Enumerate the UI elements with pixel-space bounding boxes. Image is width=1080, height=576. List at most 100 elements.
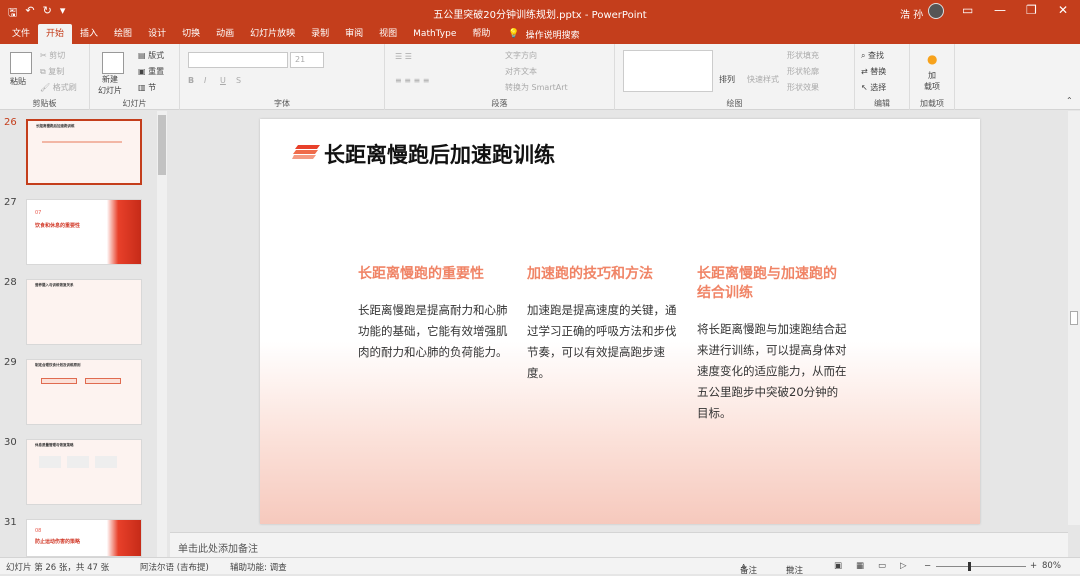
copy-button[interactable]: ⧉ 复制 [40, 66, 64, 77]
thumb-number: 31 [4, 517, 17, 528]
slide-canvas[interactable]: 长距离慢跑后加速跑训练 长距离慢跑的重要性 长距离慢跑是提高耐力和心肺功能的基础… [260, 119, 980, 524]
zoom-slider[interactable] [936, 562, 1026, 571]
quick-styles-button[interactable]: 快速样式 [747, 74, 779, 85]
ribbon-display-icon[interactable]: ▭ [962, 3, 973, 17]
new-slide-icon[interactable] [102, 52, 124, 74]
align-text-button[interactable]: 对齐文本 [505, 66, 537, 77]
restore-button[interactable]: ❐ [1026, 3, 1037, 17]
tab-design[interactable]: 设计 [140, 24, 174, 44]
format-painter-button[interactable]: 🖌 格式刷 [40, 82, 77, 93]
slide-scrollbar[interactable] [1068, 111, 1080, 525]
accessibility-status[interactable]: 辅助功能: 调查 [230, 561, 287, 573]
tab-draw[interactable]: 绘图 [106, 24, 140, 44]
tab-transitions[interactable]: 切换 [174, 24, 208, 44]
shape-effects-button[interactable]: 形状效果 [787, 82, 819, 93]
slide-thumbnail-27[interactable]: 07 饮食和休息的重要性 [26, 199, 142, 265]
tab-animations[interactable]: 动画 [208, 24, 242, 44]
scroll-thumb[interactable] [1070, 311, 1078, 325]
thumb-number: 27 [4, 197, 17, 208]
section-button[interactable]: ▥ 节 [138, 82, 156, 93]
content-column-1[interactable]: 长距离慢跑的重要性 长距离慢跑是提高耐力和心肺功能的基础，它能有效增强肌肉的耐力… [358, 265, 508, 363]
slide-thumbnail-28[interactable]: 营养摄入与训练恢复关系 [26, 279, 142, 345]
minimize-button[interactable]: — [994, 3, 1006, 17]
tab-record[interactable]: 录制 [303, 24, 337, 44]
tab-view[interactable]: 视图 [371, 24, 405, 44]
reading-view-icon[interactable]: ▭ [878, 561, 886, 571]
addins-button[interactable]: 加 载项 [924, 70, 940, 92]
bold-button[interactable]: B [188, 76, 194, 85]
slide-thumbnail-29[interactable]: 制定合理饮食计划及训练原则 [26, 359, 142, 425]
replace-button[interactable]: ⇄ 替换 [861, 66, 886, 77]
slideshow-icon[interactable]: ▷ [900, 561, 907, 571]
slides-group: 新建 幻灯片 ▤ 版式 ▣ 重置 ▥ 节 幻灯片 [90, 44, 180, 110]
avatar[interactable] [928, 3, 944, 19]
content-column-2[interactable]: 加速跑的技巧和方法 加速跑是提高速度的关键，通过学习正确的呼吸方法和步伐节奏，可… [527, 265, 677, 384]
zoom-slider-thumb[interactable] [968, 562, 971, 571]
tab-home[interactable]: 开始 [38, 24, 73, 44]
addins-icon: ● [927, 52, 938, 66]
clipboard-label: 剪贴板 [32, 99, 57, 108]
font-size-select[interactable]: 21 [290, 52, 324, 68]
slides-label: 幻灯片 [122, 99, 147, 108]
scroll-thumb[interactable] [158, 115, 166, 175]
arrange-button[interactable]: 排列 [719, 74, 735, 85]
thumb-section-number: 07 [35, 210, 42, 216]
text-direction-button[interactable]: 文字方向 [505, 50, 537, 61]
tell-me-search[interactable]: 💡 操作说明搜索 [508, 28, 579, 41]
thumb-number: 26 [4, 117, 17, 128]
collapse-ribbon-icon[interactable]: ⌃ [1066, 96, 1073, 105]
thumb-number: 30 [4, 437, 17, 448]
thumbnail-scrollbar[interactable] [157, 111, 167, 557]
paste-icon[interactable] [10, 52, 32, 74]
find-button[interactable]: ⌕ 查找 [861, 50, 884, 61]
thumb-title: 饮食和休息的重要性 [35, 223, 81, 229]
smartart-button[interactable]: 转换为 SmartArt [505, 82, 568, 93]
zoom-out-button[interactable]: − [924, 561, 931, 571]
normal-view-icon[interactable]: ▣ [834, 561, 842, 571]
language-status[interactable]: 阿法尔语 (吉布提) [140, 561, 209, 573]
slide-sorter-icon[interactable]: ▦ [856, 561, 864, 571]
lightbulb-icon: 💡 [508, 29, 520, 39]
tab-help[interactable]: 帮助 [464, 24, 498, 44]
search-icon: ⌕ [861, 51, 869, 60]
close-button[interactable]: ✕ [1058, 3, 1068, 17]
cursor-icon: ↖ [861, 83, 871, 92]
cut-button[interactable]: ✂ 剪切 [40, 50, 65, 61]
notes-pane[interactable]: 单击此处添加备注 [170, 532, 1068, 557]
tab-insert[interactable]: 插入 [72, 24, 106, 44]
user-name[interactable]: 浩 孙 [900, 6, 923, 21]
shape-fill-button[interactable]: 形状填充 [787, 50, 819, 61]
bullets-icon[interactable]: ☰ ☰ [395, 52, 412, 61]
tab-review[interactable]: 审阅 [337, 24, 371, 44]
shadow-button[interactable]: S [236, 76, 241, 85]
underline-button[interactable]: U [220, 76, 226, 85]
shape-outline-button[interactable]: 形状轮廓 [787, 66, 819, 77]
layout-button[interactable]: ▤ 版式 [138, 50, 164, 61]
slide-title[interactable]: 长距离慢跑后加速跑训练 [324, 139, 555, 169]
paste-button[interactable]: 粘贴 [10, 76, 26, 87]
editing-group: ⌕ 查找 ⇄ 替换 ↖ 选择 编辑 [855, 44, 910, 110]
font-family-select[interactable] [188, 52, 288, 68]
reset-button[interactable]: ▣ 重置 [138, 66, 164, 77]
thumb-title: 长距离慢跑后加速跑训练 [36, 124, 75, 128]
zoom-level[interactable]: 80% [1042, 561, 1061, 571]
brush-icon: 🖌 [40, 83, 53, 92]
shapes-gallery[interactable] [623, 50, 713, 92]
tab-slideshow[interactable]: 幻灯片放映 [242, 24, 303, 44]
thumb-content [42, 141, 122, 161]
align-icon[interactable]: ≡ ≡ ≡ ≡ [395, 76, 429, 85]
title-bar: 🖫 ↶ ↻ ▾ 五公里突破20分钟训练规划.pptx - PowerPoint … [0, 0, 1080, 24]
slide-thumbnail-31[interactable]: 08 防止运动伤害的策略 [26, 519, 142, 557]
tab-file[interactable]: 文件 [4, 24, 38, 44]
new-slide-button[interactable]: 新建 幻灯片 [98, 74, 122, 96]
column-heading: 加速跑的技巧和方法 [527, 266, 653, 282]
font-group: 21 B I U S 字体 [180, 44, 385, 110]
select-button[interactable]: ↖ 选择 [861, 82, 886, 93]
content-column-3[interactable]: 长距离慢跑与加速跑的结合训练 将长距离慢跑与加速跑结合起来进行训练，可以提高身体… [697, 265, 847, 424]
slide-thumbnail-30[interactable]: 休息质量管理与恢复策略 [26, 439, 142, 505]
italic-button[interactable]: I [204, 76, 206, 85]
thumb-title: 制定合理饮食计划及训练原则 [35, 363, 81, 367]
tab-mathtype[interactable]: MathType [405, 24, 464, 44]
zoom-in-button[interactable]: + [1030, 561, 1037, 571]
slide-thumbnail-26[interactable]: 长距离慢跑后加速跑训练 [26, 119, 142, 185]
